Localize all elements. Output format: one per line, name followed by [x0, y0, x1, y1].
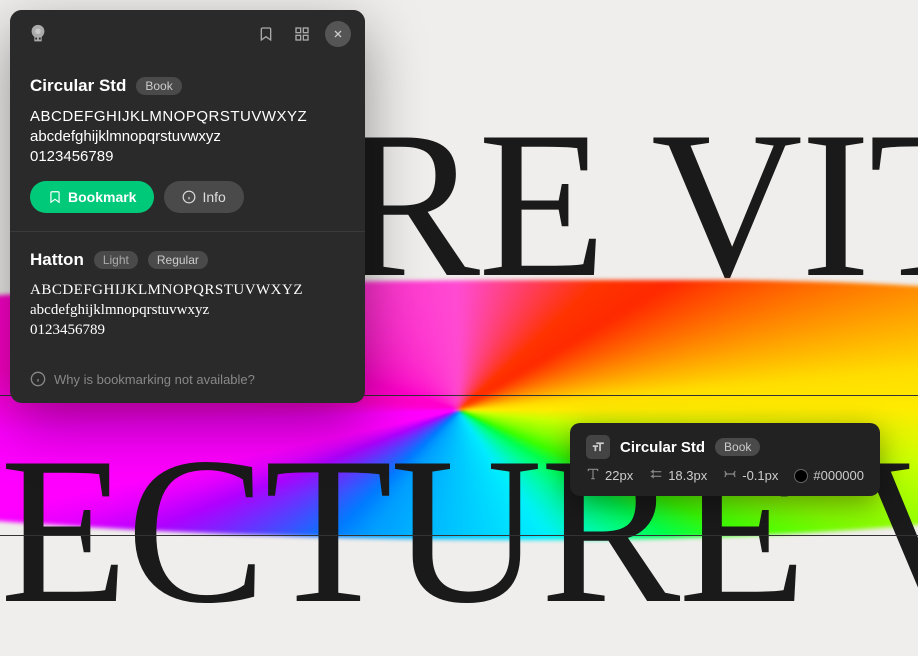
- color-dot: [794, 469, 808, 483]
- hatton-preview-lower: abcdefghijklmnopqrstuvwxyz: [30, 302, 345, 319]
- close-button[interactable]: [325, 21, 351, 47]
- notice-text: Why is bookmarking not available?: [54, 372, 255, 387]
- font-name-row-hatton: Hatton Light Regular: [30, 250, 345, 270]
- font-size-icon: [586, 467, 600, 484]
- fontanello-logo-icon: [27, 23, 49, 45]
- tooltip-style-badge: Book: [715, 438, 760, 456]
- tooltip-font-icon-svg: [591, 440, 605, 454]
- letter-spacing-icon: [723, 467, 737, 484]
- hatton-light-badge: Light: [94, 251, 138, 269]
- tooltip-letter-spacing-value: -0.1px: [742, 468, 778, 483]
- tooltip-line-height-metric: 18.3px: [649, 467, 707, 484]
- line-height-svg-icon: [649, 467, 663, 481]
- bookmark-button[interactable]: Bookmark: [30, 181, 154, 213]
- font-size-svg-icon: [586, 467, 600, 481]
- circular-preview-nums: 0123456789: [30, 148, 345, 165]
- font-section-hatton: Hatton Light Regular ABCDEFGHIJKLMNOPQRS…: [10, 232, 365, 359]
- circular-preview-upper: ABCDEFGHIJKLMNOPQRSTUVWXYZ: [30, 108, 345, 125]
- settings-action-btn[interactable]: [289, 21, 315, 47]
- panel-actions: [253, 21, 351, 47]
- hatton-preview-upper: ABCDEFGHIJKLMNOPQRSTUVWXYZ: [30, 282, 345, 299]
- tooltip-line-height-value: 18.3px: [668, 468, 707, 483]
- circular-font-name: Circular Std: [30, 76, 126, 96]
- font-tooltip: Circular Std Book 22px 18.3px: [570, 423, 880, 496]
- circular-preview-lower: abcdefghijklmnopqrstuvwxyz: [30, 128, 345, 145]
- font-section-circular: Circular Std Book ABCDEFGHIJKLMNOPQRSTUV…: [10, 58, 365, 232]
- font-name-row-circular: Circular Std Book: [30, 76, 345, 96]
- info-button[interactable]: Info: [164, 181, 243, 213]
- line-height-icon: [649, 467, 663, 484]
- hatton-font-name: Hatton: [30, 250, 84, 270]
- letter-spacing-svg-icon: [723, 467, 737, 481]
- tooltip-font-icon: [586, 435, 610, 459]
- tooltip-color-value: #000000: [813, 468, 864, 483]
- tooltip-header: Circular Std Book: [586, 435, 864, 459]
- font-buttons-row: Bookmark Info: [30, 181, 345, 213]
- tooltip-letter-spacing-metric: -0.1px: [723, 467, 778, 484]
- hatton-preview-nums: 0123456789: [30, 322, 345, 339]
- hatton-regular-badge: Regular: [148, 251, 208, 269]
- tooltip-font-size-metric: 22px: [586, 467, 633, 484]
- tooltip-font-name: Circular Std: [620, 439, 705, 456]
- bookmark-icon: [48, 190, 62, 204]
- hatton-preview: ABCDEFGHIJKLMNOPQRSTUVWXYZ abcdefghijklm…: [30, 282, 345, 339]
- panel-header: [10, 10, 365, 58]
- circular-font-style-badge: Book: [136, 77, 181, 95]
- info-icon: [182, 190, 196, 204]
- tooltip-font-size-value: 22px: [605, 468, 633, 483]
- font-panel: Circular Std Book ABCDEFGHIJKLMNOPQRSTUV…: [10, 10, 365, 403]
- bookmark-action-btn[interactable]: [253, 21, 279, 47]
- panel-logo: [24, 20, 52, 48]
- bookmark-notice: Why is bookmarking not available?: [10, 359, 365, 403]
- notice-info-icon: [30, 371, 46, 387]
- tooltip-color-metric: #000000: [794, 468, 864, 483]
- divider-bottom: [0, 535, 918, 536]
- tooltip-metrics: 22px 18.3px -0.1px #000000: [586, 467, 864, 484]
